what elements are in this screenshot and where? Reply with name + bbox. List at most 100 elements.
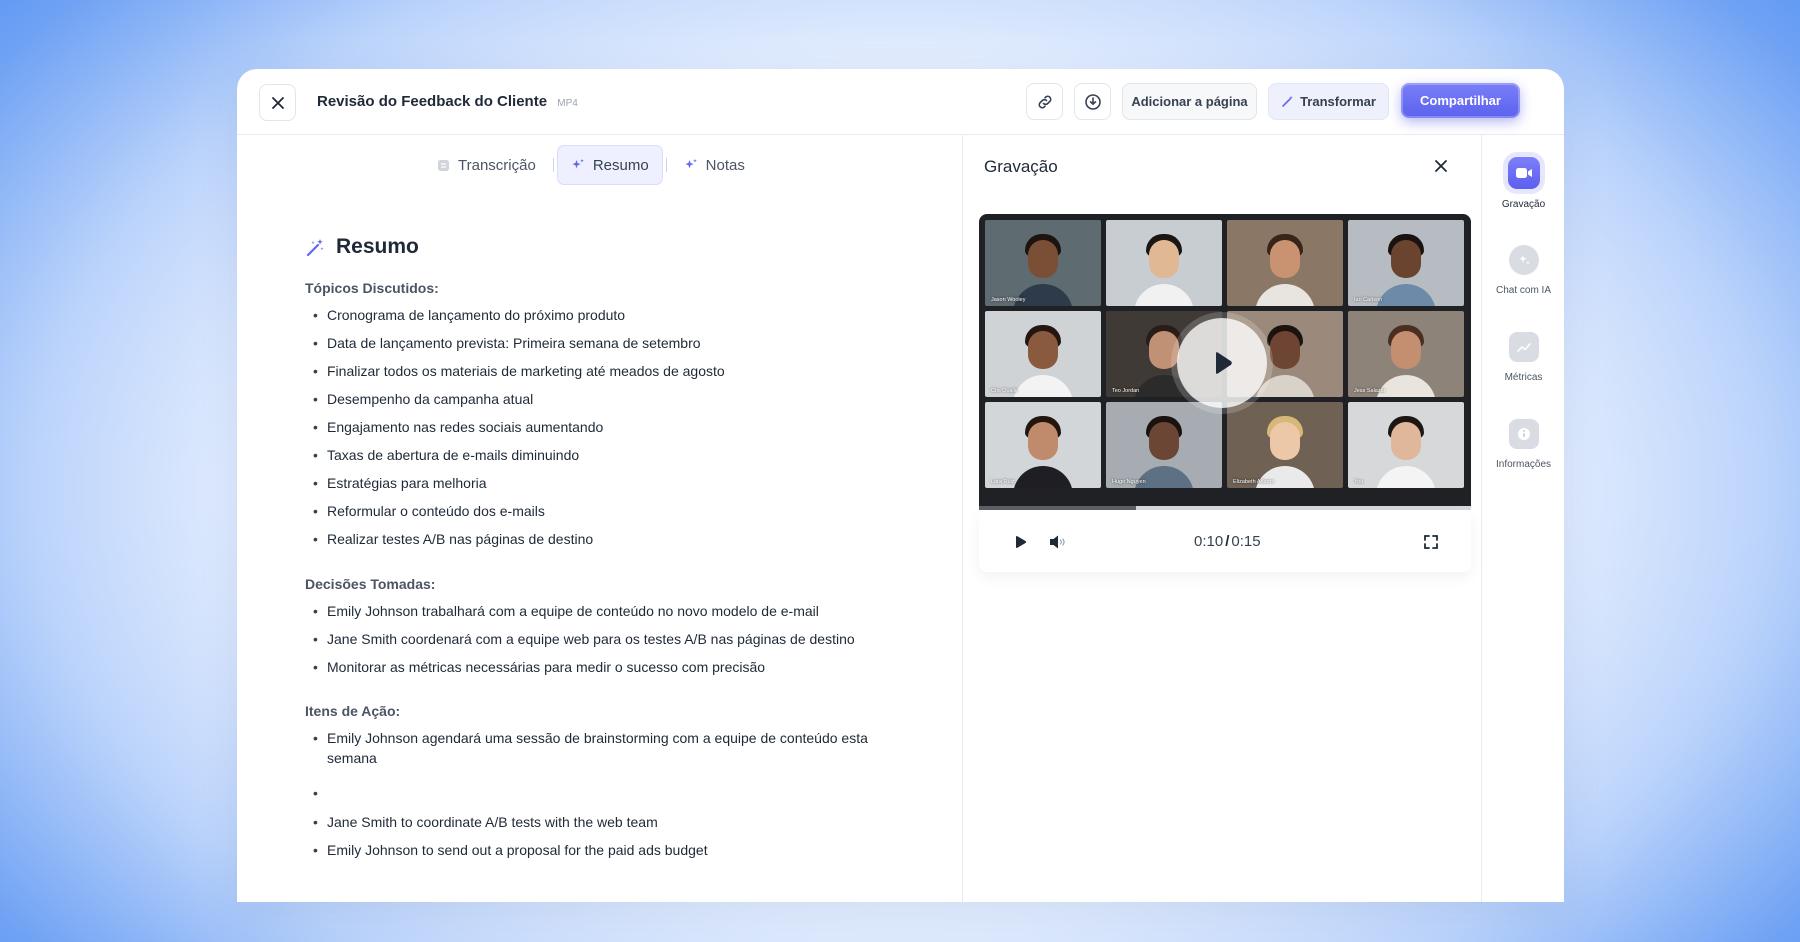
volume-button[interactable] (1046, 531, 1068, 553)
participant-tile: Jason Wooley (985, 220, 1101, 306)
sidebar-item-ai-chat[interactable]: Chat com IA (1482, 245, 1564, 296)
transform-label: Transformar (1300, 94, 1376, 109)
participant-face (1028, 422, 1058, 460)
transform-button[interactable]: Transformar (1268, 83, 1389, 120)
participant-face (1149, 240, 1179, 278)
participant-tile: Jess Salazar (1348, 311, 1464, 397)
tab-notes[interactable]: Notas (670, 145, 759, 185)
participant-face (1149, 422, 1179, 460)
list-item: Emily Johnson trabalhará com a equipe de… (305, 602, 905, 622)
list-item: Cronograma de lançamento do próximo prod… (305, 306, 905, 326)
list-item: Desempenho da campanha atual (305, 390, 905, 410)
close-icon (1435, 160, 1447, 172)
close-recording-button[interactable] (1429, 154, 1453, 178)
tab-label: Transcrição (458, 156, 536, 174)
participant-face (1270, 331, 1300, 369)
copy-link-button[interactable] (1026, 83, 1063, 120)
sidebar-item-label: Gravação (1501, 199, 1546, 210)
add-to-page-label: Adicionar a página (1131, 94, 1248, 109)
sidebar-item-info[interactable]: Informações (1482, 419, 1564, 470)
tab-divider (665, 158, 667, 172)
participant-face (1391, 240, 1421, 278)
list-item: Emily Johnson to send out a proposal for… (305, 841, 905, 861)
participant-face (1391, 331, 1421, 369)
tab-summary[interactable]: Resumo (556, 145, 663, 185)
recording-title: Revisão do Feedback do Cliente MP4 (317, 93, 578, 110)
close-icon (271, 96, 284, 109)
right-sidebar: Gravação Chat com IA Métricas Informaçõe… (1481, 135, 1564, 902)
list-item: Monitorar as métricas necessárias para m… (305, 658, 905, 678)
participant-tile (1106, 220, 1222, 306)
actions-list: Emily Johnson agendará uma sessão de bra… (305, 729, 905, 861)
close-modal-button[interactable] (259, 84, 296, 121)
topics-list: Cronograma de lançamento do próximo prod… (305, 306, 905, 550)
participant-name: Hugo Nguyen (1112, 479, 1146, 485)
participant-face (1270, 422, 1300, 460)
participant-name: Jess Salazar (1354, 388, 1386, 394)
sparkle-icon (572, 159, 584, 169)
decisions-heading: Decisões Tomadas: (305, 575, 436, 592)
list-item: Jane Smith to coordinate A/B tests with … (305, 813, 905, 833)
list-item: Reformular o conteúdo dos e-mails (305, 502, 905, 522)
list-item: Estratégias para melhoria (305, 474, 905, 494)
participant-tile (1227, 220, 1343, 306)
list-item: Taxas de abertura de e-mails diminuindo (305, 446, 905, 466)
video-player[interactable]: Jason Wooley Ian Carlson Cris Ovalle Teo Jo… (979, 214, 1471, 506)
fullscreen-icon (1424, 535, 1438, 549)
participant-name: Cris Ovalle (991, 388, 1018, 394)
tab-divider (552, 158, 554, 172)
download-button[interactable] (1074, 83, 1111, 120)
video-camera-icon (1507, 157, 1540, 189)
download-icon (1084, 93, 1101, 110)
list-item: Jane Smith coordenará com a equipe web p… (305, 630, 905, 650)
time-separator: / (1225, 533, 1230, 550)
list-item: Emily Johnson agendará uma sessão de bra… (305, 729, 905, 768)
content-tabs: Transcrição Resumo Notas (423, 145, 759, 185)
play-icon (1216, 352, 1232, 374)
participant-tile: Cris Ovalle (985, 311, 1101, 397)
file-type-badge: MP4 (557, 98, 578, 109)
player-controls: 0:10/0:15 (979, 510, 1471, 572)
sidebar-item-metrics[interactable]: Métricas (1482, 332, 1564, 383)
participant-name: Elizabeth Adams (1233, 479, 1274, 485)
summary-panel: Transcrição Resumo Notas Resumo Tópicos … (237, 135, 963, 902)
summary-content: Resumo Tópicos Discutidos: Cronograma de… (305, 235, 905, 887)
sparkle-icon (685, 159, 697, 169)
share-button[interactable]: Compartilhar (1401, 83, 1520, 118)
participant-name: Lara Ruiz (991, 479, 1015, 485)
participant-name: Ian Carlson (1354, 297, 1383, 303)
topics-heading: Tópicos Discutidos: (305, 280, 439, 296)
chart-icon (1508, 332, 1539, 362)
participant-tile: Elizabeth Adams (1227, 402, 1343, 488)
document-icon (438, 159, 449, 171)
participant-tile: Ian Carlson (1348, 220, 1464, 306)
play-button[interactable] (1009, 531, 1031, 553)
tab-transcription[interactable]: Transcrição (423, 145, 550, 185)
participant-face (1028, 240, 1058, 278)
sidebar-item-label: Métricas (1504, 372, 1543, 383)
decisions-list: Emily Johnson trabalhará com a equipe de… (305, 602, 905, 678)
add-to-page-button[interactable]: Adicionar a página (1122, 83, 1257, 120)
total-time: 0:15 (1231, 533, 1261, 550)
participant-face (1270, 240, 1300, 278)
list-item (305, 784, 905, 804)
magic-wand-icon (306, 238, 324, 256)
sidebar-item-label: Informações (1495, 459, 1552, 470)
ai-chat-icon (1508, 245, 1539, 275)
participant-name: Jason Wooley (991, 297, 1026, 303)
list-item: Realizar testes A/B nas páginas de desti… (305, 530, 905, 550)
play-icon (1015, 536, 1026, 548)
participant-tile: Hugo Nguyen (1106, 402, 1222, 488)
summary-title: Resumo (336, 235, 419, 258)
recording-panel: Gravação Jason Wooley Ian Carlson Cris Ova… (963, 135, 1480, 902)
modal-header: Revisão do Feedback do Cliente MP4 Adici… (237, 69, 1564, 135)
participant-name: You (1354, 479, 1364, 485)
fullscreen-button[interactable] (1420, 531, 1442, 553)
list-item: Engajamento nas redes sociais aumentando (305, 418, 905, 438)
magic-wand-icon (1282, 96, 1293, 107)
sidebar-item-recording[interactable]: Gravação (1482, 157, 1564, 210)
participant-face (1028, 331, 1058, 369)
participant-tile: You (1348, 402, 1464, 488)
play-overlay-button[interactable] (1177, 318, 1267, 408)
participant-face (1391, 422, 1421, 460)
